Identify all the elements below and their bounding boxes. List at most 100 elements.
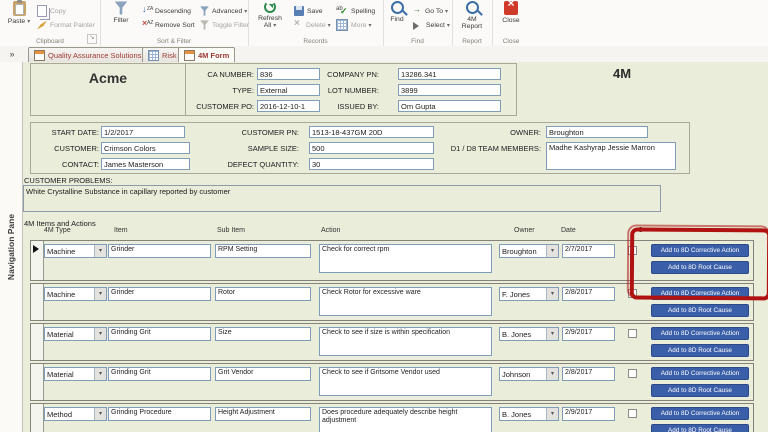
nav-pane-expand-chevron[interactable]: » [4,48,20,61]
more-button[interactable]: More [336,19,372,31]
action-field[interactable]: Check to see if size is within specifica… [319,327,492,356]
team-members-field[interactable]: Madhe Kashyrap Jessie Marron [546,142,676,170]
sort-filter-group-label: Sort & Filter [100,38,248,45]
item-field[interactable]: Grinder [108,287,211,301]
owner-field[interactable]: Broughton [546,126,648,138]
customer-problems-field[interactable]: White Crystalline Substance in capillary… [23,185,661,212]
action-field[interactable]: Check to see if Gritsome Vendor used [319,367,492,396]
record-selector[interactable] [31,241,44,280]
record-selector[interactable] [31,324,44,360]
4m-type-combobox[interactable]: Machine [44,244,107,258]
add-to-8d-root-cause-button[interactable]: Add to 8D Root Cause [651,384,749,397]
chevron-down-icon[interactable] [546,408,558,420]
contact-field[interactable]: James Masterson [101,158,190,170]
add-to-8d-corrective-action-button[interactable]: Add to 8D Corrective Action [651,287,749,300]
owner-combobox[interactable]: B. Jones [499,327,559,341]
record-selector[interactable] [31,364,44,400]
owner-combobox[interactable]: B. Jones [499,407,559,421]
complete-checkbox[interactable] [628,329,637,338]
tab-4m-form[interactable]: 4M Form [178,47,235,62]
company-pn-field[interactable]: 13286.341 [398,68,501,80]
add-to-8d-root-cause-button[interactable]: Add to 8D Root Cause [651,261,749,274]
action-field[interactable]: Does procedure adequately describe heigh… [319,407,492,432]
add-to-8d-corrective-action-button[interactable]: Add to 8D Corrective Action [651,327,749,340]
item-field[interactable]: Grinder [108,244,211,258]
copy-button[interactable]: Copy [37,5,66,17]
document-tab-bar: » Quality Assurance Solutions Risk 4M Fo… [0,46,768,62]
chevron-down-icon[interactable] [94,408,106,420]
customer-field[interactable]: Crimson Colors [101,142,190,154]
chevron-down-icon[interactable] [94,368,106,380]
add-to-8d-corrective-action-button[interactable]: Add to 8D Corrective Action [651,244,749,257]
complete-checkbox[interactable] [628,369,637,378]
owner-combobox[interactable]: Johnson [499,367,559,381]
goto-button[interactable]: Go To [413,5,448,17]
paste-button[interactable]: Paste [4,1,34,26]
delete-button[interactable]: Delete [294,19,331,31]
remove-sort-button[interactable]: Remove Sort [142,19,195,31]
tab-risk[interactable]: Risk [142,47,183,62]
owner-combobox[interactable]: Broughton [499,244,559,258]
refresh-all-button[interactable]: Refresh All [252,1,288,30]
chevron-down-icon[interactable] [94,288,106,300]
complete-checkbox[interactable] [628,289,637,298]
chevron-down-icon[interactable] [94,245,106,257]
4m-type-combobox[interactable]: Material [44,367,107,381]
action-field[interactable]: Check Rotor for excessive ware [319,287,492,316]
date-field[interactable]: 2/7/2017 [562,244,615,258]
tab-quality-assurance-solutions[interactable]: Quality Assurance Solutions [28,47,147,62]
format-painter-button[interactable]: Format Painter [37,19,95,31]
filter-icon [115,1,128,15]
date-field[interactable]: 2/9/2017 [562,407,615,421]
date-field[interactable]: 2/8/2017 [562,367,615,381]
record-selector[interactable] [31,404,44,432]
4m-type-combobox[interactable]: Method [44,407,107,421]
sub-item-field[interactable]: Size [215,327,311,341]
chevron-down-icon[interactable] [546,245,558,257]
clipboard-dialog-launcher-icon[interactable]: ↘ [87,34,97,44]
sub-item-field[interactable]: Height Adjustment [215,407,311,421]
owner-combobox[interactable]: F. Jones [499,287,559,301]
select-button[interactable]: Select [413,19,450,31]
date-field[interactable]: 2/8/2017 [562,287,615,301]
defect-quantity-field[interactable]: 30 [309,158,434,170]
sub-item-field[interactable]: Grit Vendor [215,367,311,381]
sub-item-field[interactable]: RPM Setting [215,244,311,258]
record-selector[interactable] [31,284,44,320]
customer-pn-field[interactable]: 1513-18-437GM 20D [309,126,434,138]
filter-button[interactable]: Filter [106,1,136,24]
4m-type-combobox[interactable]: Material [44,327,107,341]
item-field[interactable]: Grinding Procedure [108,407,211,421]
sub-item-field[interactable]: Rotor [215,287,311,301]
save-button[interactable]: Save [294,5,323,17]
add-to-8d-root-cause-button[interactable]: Add to 8D Root Cause [651,344,749,357]
owner-label: OWNER: [431,128,541,137]
issued-by-field[interactable]: Om Gupta [398,100,501,112]
descending-button[interactable]: Descending [142,5,191,17]
add-to-8d-corrective-action-button[interactable]: Add to 8D Corrective Action [651,367,749,380]
chevron-down-icon[interactable] [94,328,106,340]
lot-number-field[interactable]: 3899 [398,84,501,96]
spelling-button[interactable]: Spelling [336,5,375,17]
chevron-down-icon[interactable] [546,288,558,300]
item-field[interactable]: Grinding Grit [108,367,211,381]
sample-size-field[interactable]: 500 [309,142,434,154]
complete-checkbox[interactable] [628,409,637,418]
chevron-down-icon[interactable] [546,328,558,340]
find-button[interactable]: Find [385,1,409,23]
add-to-8d-corrective-action-button[interactable]: Add to 8D Corrective Action [651,407,749,420]
navigation-pane-collapsed[interactable]: Navigation Pane [0,62,23,432]
complete-checkbox[interactable] [628,246,637,255]
action-field[interactable]: Check for correct rpm [319,244,492,273]
chevron-down-icon[interactable] [546,368,558,380]
item-field[interactable]: Grinding Grit [108,327,211,341]
toggle-filter-button[interactable]: Toggle Filter [200,19,249,31]
close-button[interactable]: Close [498,1,524,24]
4m-report-button[interactable]: 4M Report [457,1,487,30]
add-to-8d-root-cause-button[interactable]: Add to 8D Root Cause [651,304,749,317]
add-to-8d-root-cause-button[interactable]: Add to 8D Root Cause [651,424,749,432]
date-field[interactable]: 2/9/2017 [562,327,615,341]
start-date-field[interactable]: 1/2/2017 [101,126,185,138]
4m-type-combobox[interactable]: Machine [44,287,107,301]
advanced-button[interactable]: Advanced [200,5,247,17]
